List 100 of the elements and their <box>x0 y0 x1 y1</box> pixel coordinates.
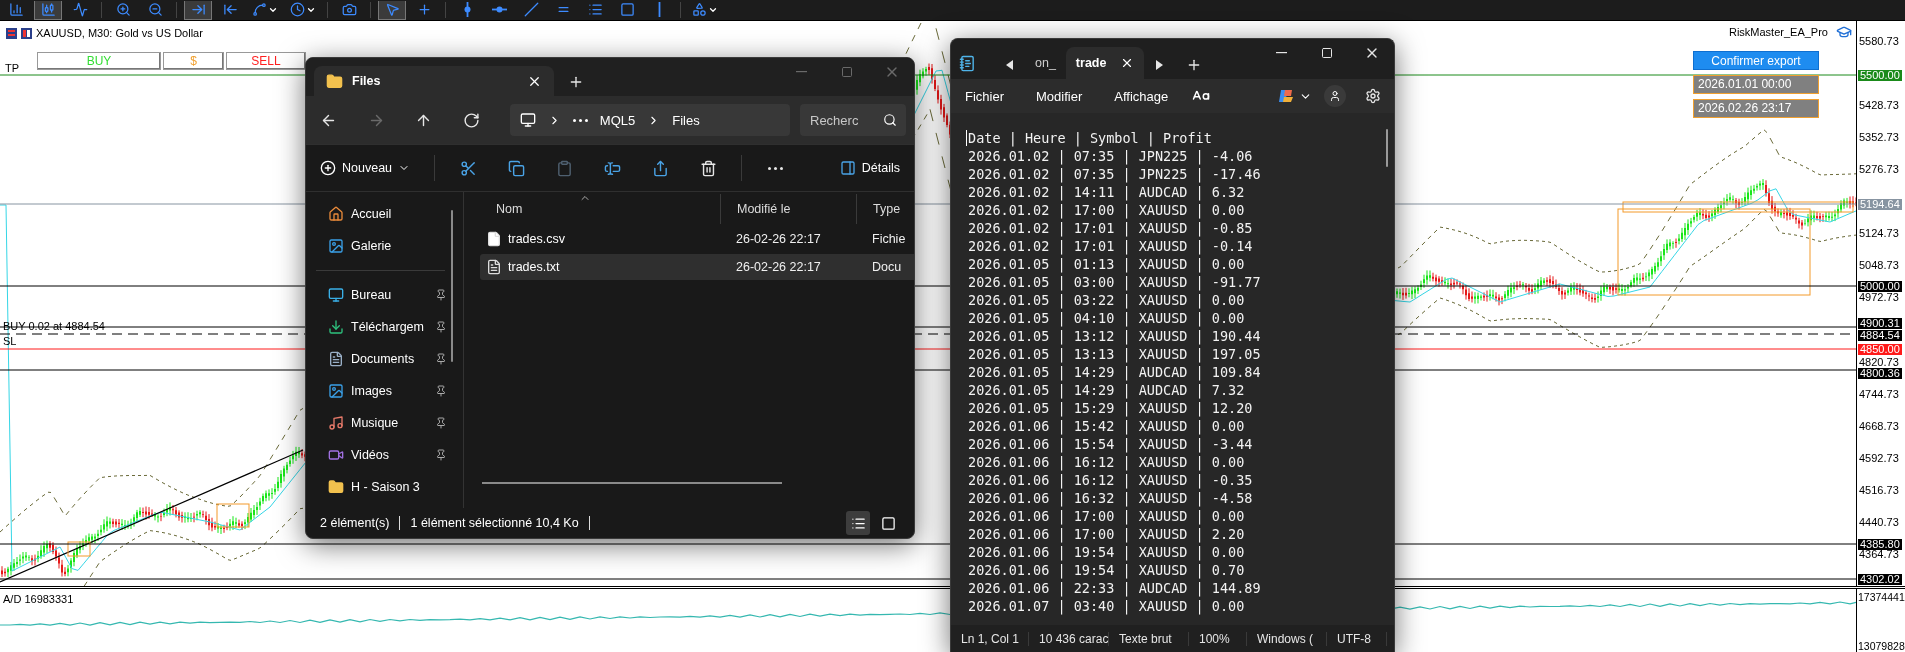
account-button[interactable] <box>1324 85 1346 107</box>
desktop-icon <box>328 287 344 303</box>
crosshair-icon <box>416 2 432 17</box>
search-icon <box>883 113 897 127</box>
cursor-button[interactable] <box>378 0 406 20</box>
price-tick: 5352.73 <box>1859 131 1899 143</box>
scrollbar[interactable] <box>451 210 453 362</box>
price-line-tag: 5000.00 <box>1858 280 1902 292</box>
list-icon <box>850 515 866 531</box>
sidebar-item[interactable]: Téléchargem <box>306 311 463 343</box>
breadcrumb-item[interactable]: Files <box>672 112 700 128</box>
text-line: 2026.01.06 | 22:33 | AUDCAD | 144.89 <box>968 579 1261 597</box>
copilot-icon[interactable] <box>1277 87 1295 105</box>
price-zone[interactable] <box>67 541 91 557</box>
rectangle-icon <box>619 2 635 17</box>
price-line-tag: 4302.02 <box>1858 573 1902 585</box>
computer-icon <box>519 112 536 128</box>
status-text: 10 436 carac <box>1029 631 1109 646</box>
menu-item[interactable]: Modifier <box>1028 82 1091 110</box>
status-text: 1 élément sélectionné 10,4 Ko <box>410 516 579 530</box>
address-bar[interactable]: MQL5 Files <box>509 104 790 136</box>
sidebar-item[interactable]: Accueil <box>306 198 463 230</box>
text-line: 2026.01.06 | 16:12 | XAUUSD | 0.00 <box>968 453 1245 471</box>
text-line: 2026.01.06 | 19:54 | XAUUSD | 0.00 <box>968 543 1245 561</box>
details-view-button[interactable] <box>846 511 870 535</box>
price-tick: 4516.73 <box>1859 484 1899 496</box>
file-icon <box>486 231 502 247</box>
date-field[interactable]: 2026.01.01 00:00 <box>1693 75 1819 94</box>
file-row[interactable]: trades.txt 26-02-26 22:17 Docu <box>480 254 914 280</box>
price-tick: 5580.73 <box>1859 35 1899 47</box>
menu-item[interactable]: Fichier <box>957 82 1012 110</box>
text-line: 2026.01.02 | 07:35 | JPN225 | -17.46 <box>968 165 1261 183</box>
pin-icon <box>435 449 447 461</box>
text-line: 2026.01.05 | 14:29 | AUDCAD | 7.32 <box>968 381 1245 399</box>
text-editor[interactable] <box>951 113 1394 625</box>
indicator-tick: 13079828 <box>1858 640 1905 652</box>
status-text: 2 élément(s) <box>320 516 390 530</box>
date-field[interactable]: 2026.02.26 23:17 <box>1693 99 1819 118</box>
pin-icon <box>435 385 447 397</box>
sidebar-item[interactable]: Documents <box>306 343 463 375</box>
graduation-cap-icon <box>1836 24 1852 40</box>
take-profit-label: TP <box>5 63 20 74</box>
scrollbar[interactable] <box>482 482 782 484</box>
chart-menu-icon[interactable] <box>6 27 32 39</box>
rename-icon <box>603 159 621 177</box>
price-line-tag: 5194.64 <box>1858 198 1902 210</box>
breadcrumb-item[interactable]: MQL5 <box>599 112 636 128</box>
file-row[interactable]: trades.csv 26-02-26 22:17 Fichie <box>480 226 914 252</box>
text-line: 2026.01.06 | 17:00 | XAUUSD | 0.00 <box>968 507 1245 525</box>
sidebar-item[interactable]: H - Saison 3 <box>306 471 463 503</box>
auto-scroll-icon <box>222 2 238 17</box>
status-text: 100% <box>1189 631 1247 646</box>
sidebar-item[interactable]: Vidéos <box>306 439 463 471</box>
more-icon <box>767 166 783 170</box>
column-header[interactable]: Modifié le <box>720 194 856 224</box>
folder-icon <box>328 479 344 495</box>
notepad-icon <box>959 54 976 72</box>
minimize-icon <box>1276 52 1287 54</box>
document-tab[interactable]: on_ <box>1025 47 1066 79</box>
new-button[interactable]: Nouveau <box>314 153 417 183</box>
price-tick: 5124.73 <box>1859 228 1899 240</box>
plus-icon <box>568 74 584 90</box>
text-line: 2026.01.02 | 17:01 | XAUUSD | -0.14 <box>968 237 1253 255</box>
camera-icon <box>341 2 357 17</box>
trade-button[interactable]: SELL <box>226 52 306 70</box>
sidebar-item[interactable]: Images <box>306 375 463 407</box>
sidebar-item[interactable]: Galerie <box>306 230 463 262</box>
status-text: UTF-8 <box>1327 631 1387 646</box>
document-tab[interactable]: trade <box>1065 47 1145 79</box>
details-button[interactable]: Détails <box>833 153 906 183</box>
text-line: 2026.01.06 | 16:32 | XAUUSD | -4.58 <box>968 489 1253 507</box>
price-tick: 4364.73 <box>1859 549 1899 561</box>
indicator-tick: 17374441 <box>1858 591 1905 603</box>
column-header[interactable]: Nom <box>480 194 720 224</box>
candlestick-icon <box>40 2 56 17</box>
text-line: 2026.01.05 | 13:12 | XAUUSD | 190.44 <box>968 327 1261 345</box>
clipboard-icon <box>555 159 573 177</box>
chart-shift-button[interactable] <box>184 0 212 20</box>
text-line: 2026.01.07 | 03:40 | XAUUSD | 0.00 <box>968 597 1245 615</box>
trend-line[interactable] <box>0 449 304 583</box>
explorer-tab[interactable]: Files <box>314 66 554 96</box>
price-tick: 4820.73 <box>1859 356 1899 368</box>
text-file-icon <box>486 259 502 275</box>
candlestick-button[interactable] <box>34 0 62 20</box>
bar-chart-icon <box>8 2 24 17</box>
text-line: 2026.01.02 | 17:01 | XAUUSD | -0.85 <box>968 219 1253 237</box>
sidebar-item[interactable]: Bureau <box>306 279 463 311</box>
column-header[interactable]: Type <box>856 194 914 224</box>
menu-item[interactable]: Affichage <box>1106 82 1177 110</box>
scrollbar[interactable] <box>1386 129 1388 167</box>
maximize-icon <box>1320 47 1333 59</box>
search-field[interactable]: Recherc <box>800 104 906 136</box>
line-chart-icon <box>72 2 88 17</box>
download-icon <box>328 319 344 335</box>
refresh-icon <box>462 111 480 129</box>
shapes-icon <box>692 2 707 17</box>
text-line: 2026.01.05 | 03:22 | XAUUSD | 0.00 <box>968 291 1245 309</box>
sidebar-item[interactable]: Musique <box>306 407 463 439</box>
text-line: 2026.01.05 | 13:13 | XAUUSD | 197.05 <box>968 345 1261 363</box>
price-line-tag: 4800.36 <box>1858 367 1902 379</box>
